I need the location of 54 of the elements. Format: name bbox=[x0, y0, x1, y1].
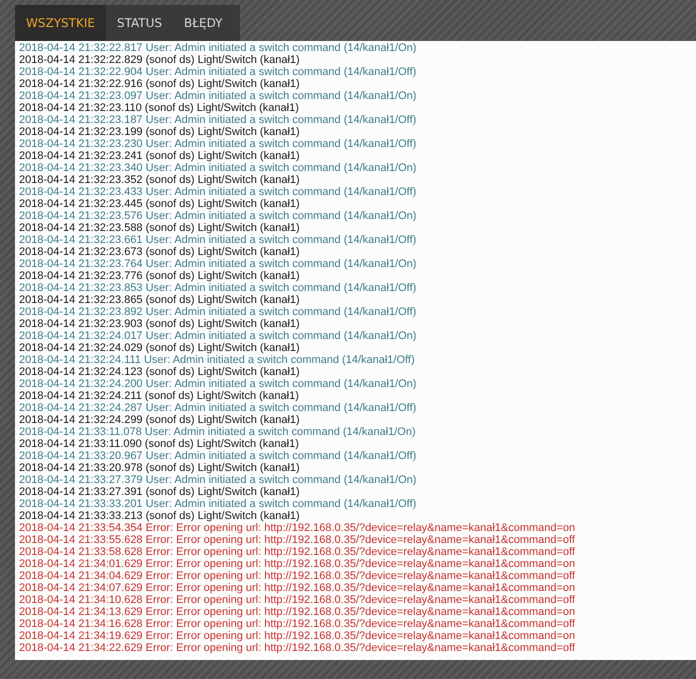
log-line: 2018-04-14 21:32:23.853 User: Admin initiated a switch command (14/kanał1/Off) bbox=[19, 282, 416, 294]
log-line: 2018-04-14 21:32:23.445 (sonof ds) Light/Switch (kanał1) bbox=[19, 198, 300, 210]
log-line: 2018-04-14 21:34:04.629 Error: Error opening url: http://192.168.0.35/?device=relay&name=kanał1&command=off bbox=[19, 570, 575, 582]
log-line: 2018-04-14 21:33:27.379 User: Admin initiated a switch command (14/kanał1/On) bbox=[19, 474, 416, 486]
log-line: 2018-04-14 21:34:07.629 Error: Error opening url: http://192.168.0.35/?device=relay&name=kanał1&command=on bbox=[19, 582, 576, 594]
log-line: 2018-04-14 21:34:19.629 Error: Error opening url: http://192.168.0.35/?device=relay&name=kanał1&command=on bbox=[19, 630, 576, 642]
log-line: 2018-04-14 21:33:27.391 (sonof ds) Light/Switch (kanał1) bbox=[19, 486, 300, 498]
log-line: 2018-04-14 21:32:23.230 User: Admin initiated a switch command (14/kanał1/Off) bbox=[19, 138, 416, 150]
log-line: 2018-04-14 21:32:23.352 (sonof ds) Light/Switch (kanał1) bbox=[19, 174, 300, 186]
log-line: 2018-04-14 21:33:11.090 (sonof ds) Light/Switch (kanał1) bbox=[19, 438, 299, 450]
log-line: 2018-04-14 21:32:22.904 User: Admin initiated a switch command (14/kanał1/Off) bbox=[19, 66, 416, 78]
log-line: 2018-04-14 21:32:24.123 (sonof ds) Light/Switch (kanał1) bbox=[19, 366, 300, 378]
log-line: 2018-04-14 21:34:01.629 Error: Error opening url: http://192.168.0.35/?device=relay&name=kanał1&command=on bbox=[19, 558, 576, 570]
log-line: 2018-04-14 21:32:22.817 User: Admin initiated a switch command (14/kanał1/On) bbox=[19, 42, 416, 54]
tab[interactable]: WSZYSTKIE bbox=[15, 5, 106, 41]
log-line: 2018-04-14 21:32:24.211 (sonof ds) Light/Switch (kanał1) bbox=[19, 390, 299, 402]
log-line: 2018-04-14 21:32:23.588 (sonof ds) Light/Switch (kanał1) bbox=[19, 222, 300, 234]
log-line: 2018-04-14 21:32:23.661 User: Admin initiated a switch command (14/kanał1/Off) bbox=[19, 234, 416, 246]
log-line: 2018-04-14 21:32:23.903 (sonof ds) Light/Switch (kanał1) bbox=[19, 318, 300, 330]
log-line: 2018-04-14 21:33:20.967 User: Admin initiated a switch command (14/kanał1/Off) bbox=[19, 450, 416, 462]
log-line: 2018-04-14 21:32:23.110 (sonof ds) Light/Switch (kanał1) bbox=[19, 102, 299, 114]
log-line: 2018-04-14 21:32:23.340 User: Admin initiated a switch command (14/kanał1/On) bbox=[19, 162, 416, 174]
log-line: 2018-04-14 21:32:24.299 (sonof ds) Light/Switch (kanał1) bbox=[19, 414, 300, 426]
log-line: 2018-04-14 21:34:22.629 Error: Error opening url: http://192.168.0.35/?device=relay&name=kanał1&command=off bbox=[19, 642, 575, 654]
log-line: 2018-04-14 21:33:55.628 Error: Error opening url: http://192.168.0.35/?device=relay&name=kanał1&command=off bbox=[19, 534, 575, 546]
log-line: 2018-04-14 21:34:13.629 Error: Error opening url: http://192.168.0.35/?device=relay&name=kanał1&command=on bbox=[19, 606, 576, 618]
log-line: 2018-04-14 21:32:23.433 User: Admin initiated a switch command (14/kanał1/Off) bbox=[19, 186, 416, 198]
log-line: 2018-04-14 21:33:33.213 (sonof ds) Light/Switch (kanał1) bbox=[19, 510, 300, 522]
tab[interactable]: STATUS bbox=[106, 5, 174, 41]
log-line: 2018-04-14 21:32:23.865 (sonof ds) Light/Switch (kanał1) bbox=[19, 294, 300, 306]
log-line: 2018-04-14 21:33:20.978 (sonof ds) Light/Switch (kanał1) bbox=[19, 462, 300, 474]
log-line: 2018-04-14 21:34:16.628 Error: Error opening url: http://192.168.0.35/?device=relay&name=kanał1&command=off bbox=[19, 618, 575, 630]
log-line: 2018-04-14 21:32:24.200 User: Admin initiated a switch command (14/kanał1/On) bbox=[19, 378, 416, 390]
log-line: 2018-04-14 21:32:22.829 (sonof ds) Light/Switch (kanał1) bbox=[19, 54, 300, 66]
log-line: 2018-04-14 21:32:24.111 User: Admin initiated a switch command (14/kanał1/Off) bbox=[19, 354, 415, 366]
log-line: 2018-04-14 21:32:24.029 (sonof ds) Light/Switch (kanał1) bbox=[19, 342, 300, 354]
log-line: 2018-04-14 21:32:24.017 User: Admin initiated a switch command (14/kanał1/On) bbox=[19, 330, 416, 342]
log-line: 2018-04-14 21:32:22.916 (sonof ds) Light/Switch (kanał1) bbox=[19, 78, 300, 90]
log-line: 2018-04-14 21:32:23.673 (sonof ds) Light/Switch (kanał1) bbox=[19, 246, 300, 258]
log-line: 2018-04-14 21:32:23.892 User: Admin initiated a switch command (14/kanał1/Off) bbox=[19, 306, 416, 318]
log-line: 2018-04-14 21:33:33.201 User: Admin initiated a switch command (14/kanał1/Off) bbox=[19, 498, 416, 510]
log-line: 2018-04-14 21:32:23.199 (sonof ds) Light/Switch (kanał1) bbox=[19, 126, 300, 138]
log-line: 2018-04-14 21:33:58.628 Error: Error opening url: http://192.168.0.35/?device=relay&name=kanał1&command=off bbox=[19, 546, 575, 558]
log-line: 2018-04-14 21:34:10.628 Error: Error opening url: http://192.168.0.35/?device=relay&name=kanał1&command=off bbox=[19, 594, 575, 606]
log-line: 2018-04-14 21:32:23.187 User: Admin initiated a switch command (14/kanał1/Off) bbox=[19, 114, 416, 126]
log-line: 2018-04-14 21:32:23.241 (sonof ds) Light/Switch (kanał1) bbox=[19, 150, 300, 162]
log-line: 2018-04-14 21:32:23.576 User: Admin initiated a switch command (14/kanał1/On) bbox=[19, 210, 416, 222]
log-line: 2018-04-14 21:33:11.078 User: Admin initiated a switch command (14/kanał1/On) bbox=[19, 426, 416, 438]
log-line: 2018-04-14 21:32:24.287 User: Admin initiated a switch command (14/kanał1/Off) bbox=[19, 402, 416, 414]
log-line: 2018-04-14 21:32:23.776 (sonof ds) Light/Switch (kanał1) bbox=[19, 270, 300, 282]
log-line: 2018-04-14 21:32:23.097 User: Admin initiated a switch command (14/kanał1/On) bbox=[19, 90, 416, 102]
log-line: 2018-04-14 21:33:54.354 Error: Error opening url: http://192.168.0.35/?device=relay&name=kanał1&command=on bbox=[19, 522, 576, 534]
log-line: 2018-04-14 21:32:23.764 User: Admin initiated a switch command (14/kanał1/On) bbox=[19, 258, 416, 270]
tab[interactable]: BŁĘDY bbox=[173, 5, 234, 41]
